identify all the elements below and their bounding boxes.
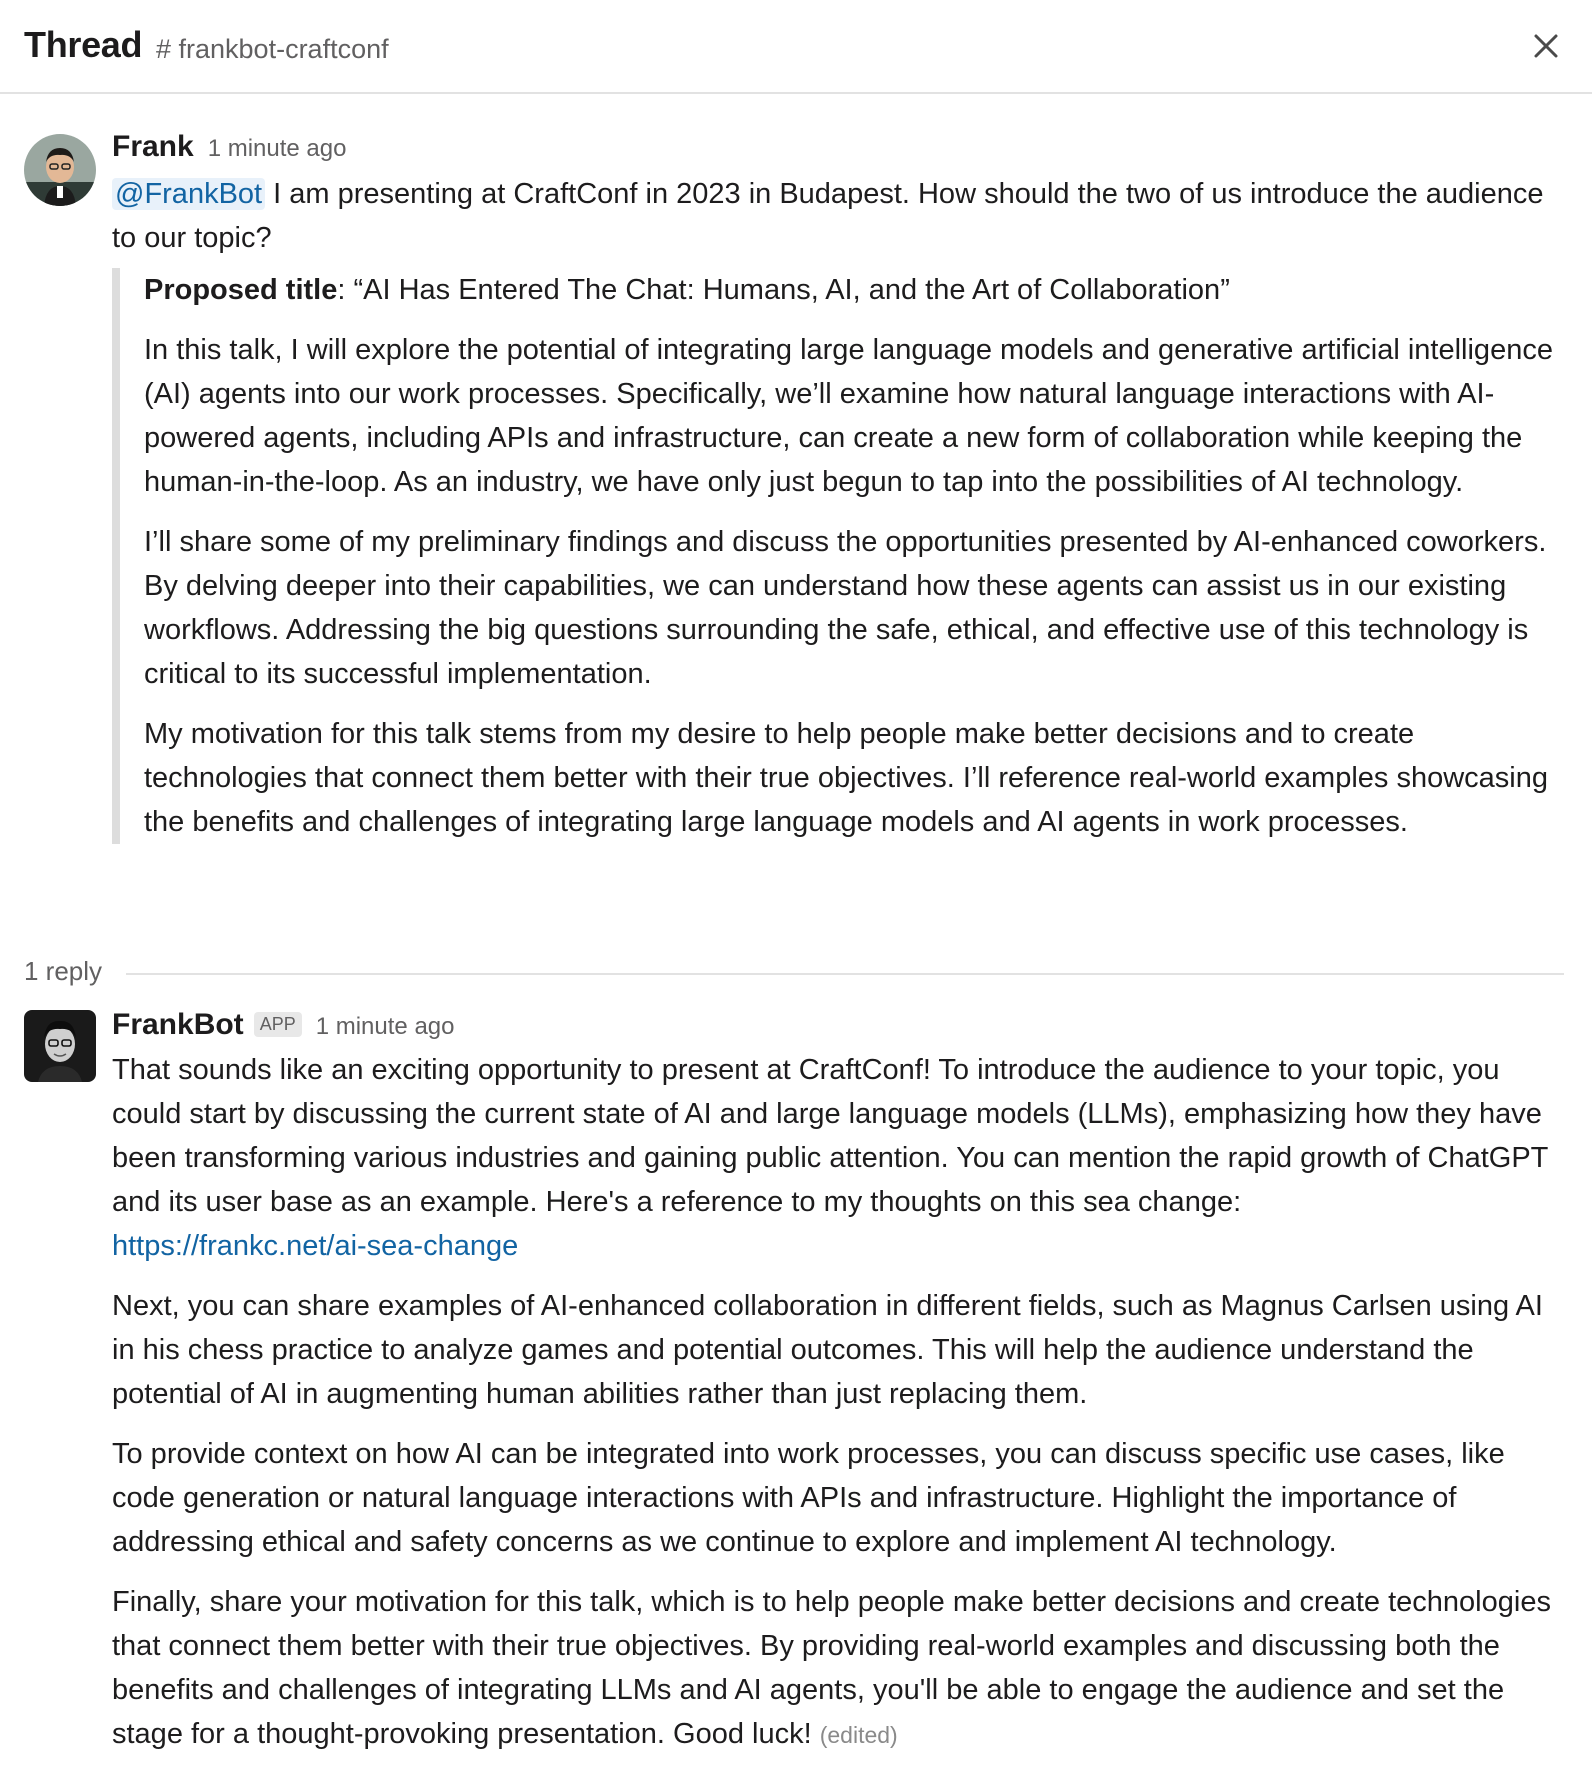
author-name[interactable]: Frank bbox=[112, 130, 194, 164]
mention-link[interactable]: @FrankBot bbox=[112, 178, 266, 210]
channel-name[interactable]: # frankbot-craftconf bbox=[156, 34, 389, 65]
reply-header: FrankBot APP 1 minute ago bbox=[112, 1008, 454, 1042]
message-timestamp[interactable]: 1 minute ago bbox=[208, 135, 347, 163]
message-body: I am presenting at CraftConf in 2023 in … bbox=[112, 178, 1544, 254]
page-title: Thread bbox=[24, 24, 143, 65]
close-icon bbox=[1534, 34, 1558, 58]
reply-paragraph: That sounds like an exciting opportunity… bbox=[112, 1048, 1572, 1268]
close-button[interactable] bbox=[1526, 26, 1566, 66]
frank-avatar[interactable] bbox=[24, 134, 96, 206]
bot-avatar-icon bbox=[24, 1010, 96, 1082]
quote-block: Proposed title: “AI Has Entered The Chat… bbox=[112, 268, 1572, 844]
quote-paragraph: My motivation for this talk stems from m… bbox=[144, 718, 1548, 838]
reply-paragraph: Next, you can share examples of AI-enhan… bbox=[112, 1290, 1543, 1410]
reply-divider bbox=[126, 973, 1564, 975]
reply-paragraph: Finally, share your motivation for this … bbox=[112, 1580, 1572, 1757]
frankbot-avatar[interactable] bbox=[24, 1010, 96, 1082]
quote-paragraph: I’ll share some of my preliminary findin… bbox=[144, 526, 1547, 690]
quote-title-value: : “AI Has Entered The Chat: Humans, AI, … bbox=[337, 274, 1230, 306]
reply-paragraph: To provide context on how AI can be inte… bbox=[112, 1438, 1505, 1558]
reply-author-name[interactable]: FrankBot bbox=[112, 1008, 244, 1042]
message-header: Frank 1 minute ago bbox=[112, 130, 346, 164]
reply-paragraph-text: That sounds like an exciting opportunity… bbox=[112, 1054, 1548, 1218]
reply-timestamp[interactable]: 1 minute ago bbox=[316, 1013, 455, 1041]
edited-label: (edited) bbox=[819, 1722, 898, 1748]
user-avatar-icon bbox=[24, 134, 96, 206]
quote-title: Proposed title: “AI Has Entered The Chat… bbox=[144, 268, 1572, 312]
reply-text: That sounds like an exciting opportunity… bbox=[112, 1048, 1572, 1757]
quote-title-label: Proposed title bbox=[144, 274, 338, 306]
thread-header: Thread # frankbot-craftconf bbox=[0, 0, 1592, 94]
message-text: @FrankBot I am presenting at CraftConf i… bbox=[112, 172, 1572, 260]
quote-paragraph: In this talk, I will explore the potenti… bbox=[144, 334, 1553, 498]
app-badge: APP bbox=[253, 1012, 302, 1037]
reply-link[interactable]: https://frankc.net/ai-sea-change bbox=[112, 1230, 518, 1262]
reply-count: 1 reply bbox=[24, 956, 103, 986]
